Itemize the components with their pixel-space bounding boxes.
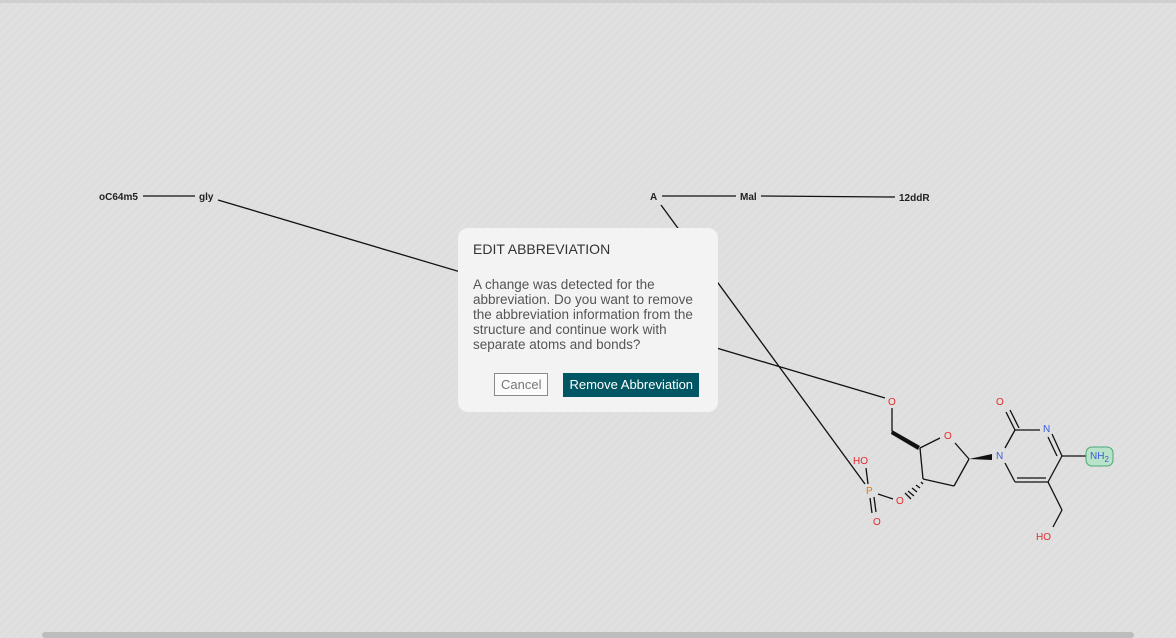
- bond: [1047, 436, 1058, 457]
- bond: [1009, 409, 1020, 429]
- bond: [1005, 411, 1016, 431]
- bond: [919, 437, 941, 449]
- wedge-bonds: [891, 430, 992, 460]
- dialog-actions: Cancel Remove Abbreviation: [494, 373, 700, 397]
- bond: [760, 195, 896, 198]
- abbr-A[interactable]: A: [650, 192, 657, 203]
- bond: [1004, 429, 1016, 449]
- dialog-message: A change was detected for the abbreviati…: [473, 277, 693, 352]
- atom-nitrogen[interactable]: N: [1043, 424, 1050, 435]
- abbr-oC64m5[interactable]: oC64m5: [99, 192, 138, 203]
- atom-oxygen[interactable]: O: [888, 397, 896, 408]
- edit-abbreviation-dialog: EDIT ABBREVIATION A change was detected …: [458, 228, 718, 412]
- bond: [877, 493, 894, 500]
- bond: [1052, 509, 1063, 528]
- atom-hydroxyl[interactable]: HO: [1036, 532, 1051, 543]
- bond: [873, 496, 877, 513]
- bond: [1047, 455, 1063, 483]
- wedge-bond: [969, 454, 992, 460]
- bond: [919, 447, 924, 480]
- bond: [869, 497, 873, 514]
- horizontal-scrollbar[interactable]: [42, 632, 1134, 638]
- atom-oxygen-ring[interactable]: O: [944, 431, 952, 442]
- hash-bond: [904, 481, 924, 500]
- atom-oxygen-carbonyl[interactable]: O: [996, 397, 1004, 408]
- wedge-bond: [891, 430, 920, 450]
- atom-oxygen-ester[interactable]: O: [896, 496, 904, 507]
- atom-nitrogen-glycosidic[interactable]: N: [996, 451, 1003, 462]
- bond: [953, 458, 970, 487]
- remove-abbreviation-button[interactable]: Remove Abbreviation: [563, 373, 700, 397]
- atom-phosphorus[interactable]: P: [866, 486, 873, 497]
- atom-oxygen-double[interactable]: O: [873, 517, 881, 528]
- bond: [954, 442, 970, 460]
- bond: [1047, 481, 1063, 511]
- bond: [922, 478, 955, 487]
- dialog-title: EDIT ABBREVIATION: [473, 241, 611, 257]
- atom-hydroxyl-phosphate[interactable]: HO: [853, 456, 868, 467]
- bond: [1051, 433, 1063, 457]
- cancel-button[interactable]: Cancel: [494, 373, 549, 396]
- bond: [1004, 462, 1016, 483]
- bond: [865, 467, 869, 485]
- abbr-Mal[interactable]: Mal: [740, 192, 757, 203]
- abbr-gly[interactable]: gly: [199, 192, 214, 203]
- abbr-12ddR[interactable]: 12ddR: [899, 193, 930, 204]
